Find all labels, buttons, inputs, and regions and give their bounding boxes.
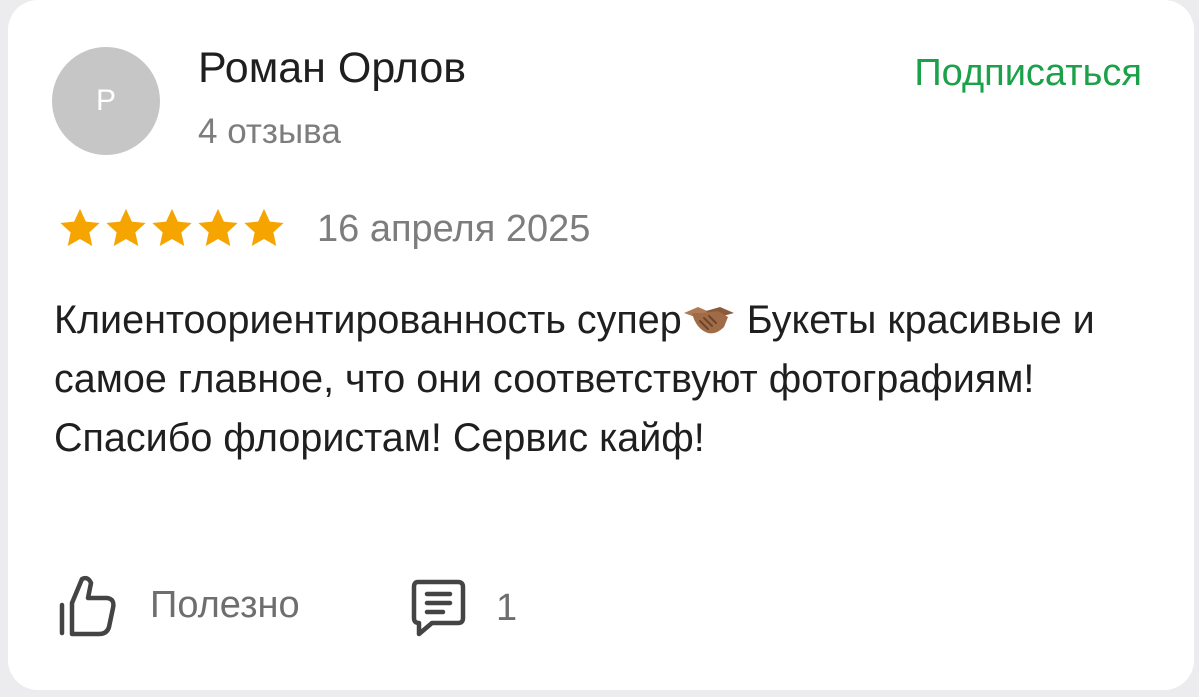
thumbs-up-icon — [59, 575, 116, 637]
review-text-start: Клиентоориентированность супер — [54, 298, 682, 342]
author-reviews-count: 4 отзыва — [198, 112, 341, 151]
review-date: 16 апреля 2025 — [317, 208, 591, 250]
handshake-icon — [683, 307, 734, 334]
avatar[interactable]: Р — [52, 47, 160, 155]
star-icon — [198, 208, 238, 246]
comments-count: 1 — [496, 586, 518, 629]
comment-icon — [411, 579, 466, 637]
helpful-button[interactable]: Полезно — [58, 570, 300, 640]
subscribe-button[interactable]: Подписаться — [914, 48, 1142, 98]
star-icon — [60, 208, 100, 246]
author-name[interactable]: Роман Орлов — [198, 40, 466, 96]
star-icon — [152, 208, 192, 246]
review-card: Р Роман Орлов 4 отзыва Подписаться 16 ап… — [8, 0, 1194, 690]
avatar-initial: Р — [95, 84, 116, 117]
rating-stars — [58, 206, 286, 250]
helpful-label: Полезно — [150, 583, 300, 626]
review-text: Клиентоориентированность супер Букеты кр… — [54, 291, 1114, 468]
star-icon — [106, 208, 146, 246]
star-icon — [244, 208, 284, 246]
comments-button[interactable]: 1 — [410, 575, 517, 641]
